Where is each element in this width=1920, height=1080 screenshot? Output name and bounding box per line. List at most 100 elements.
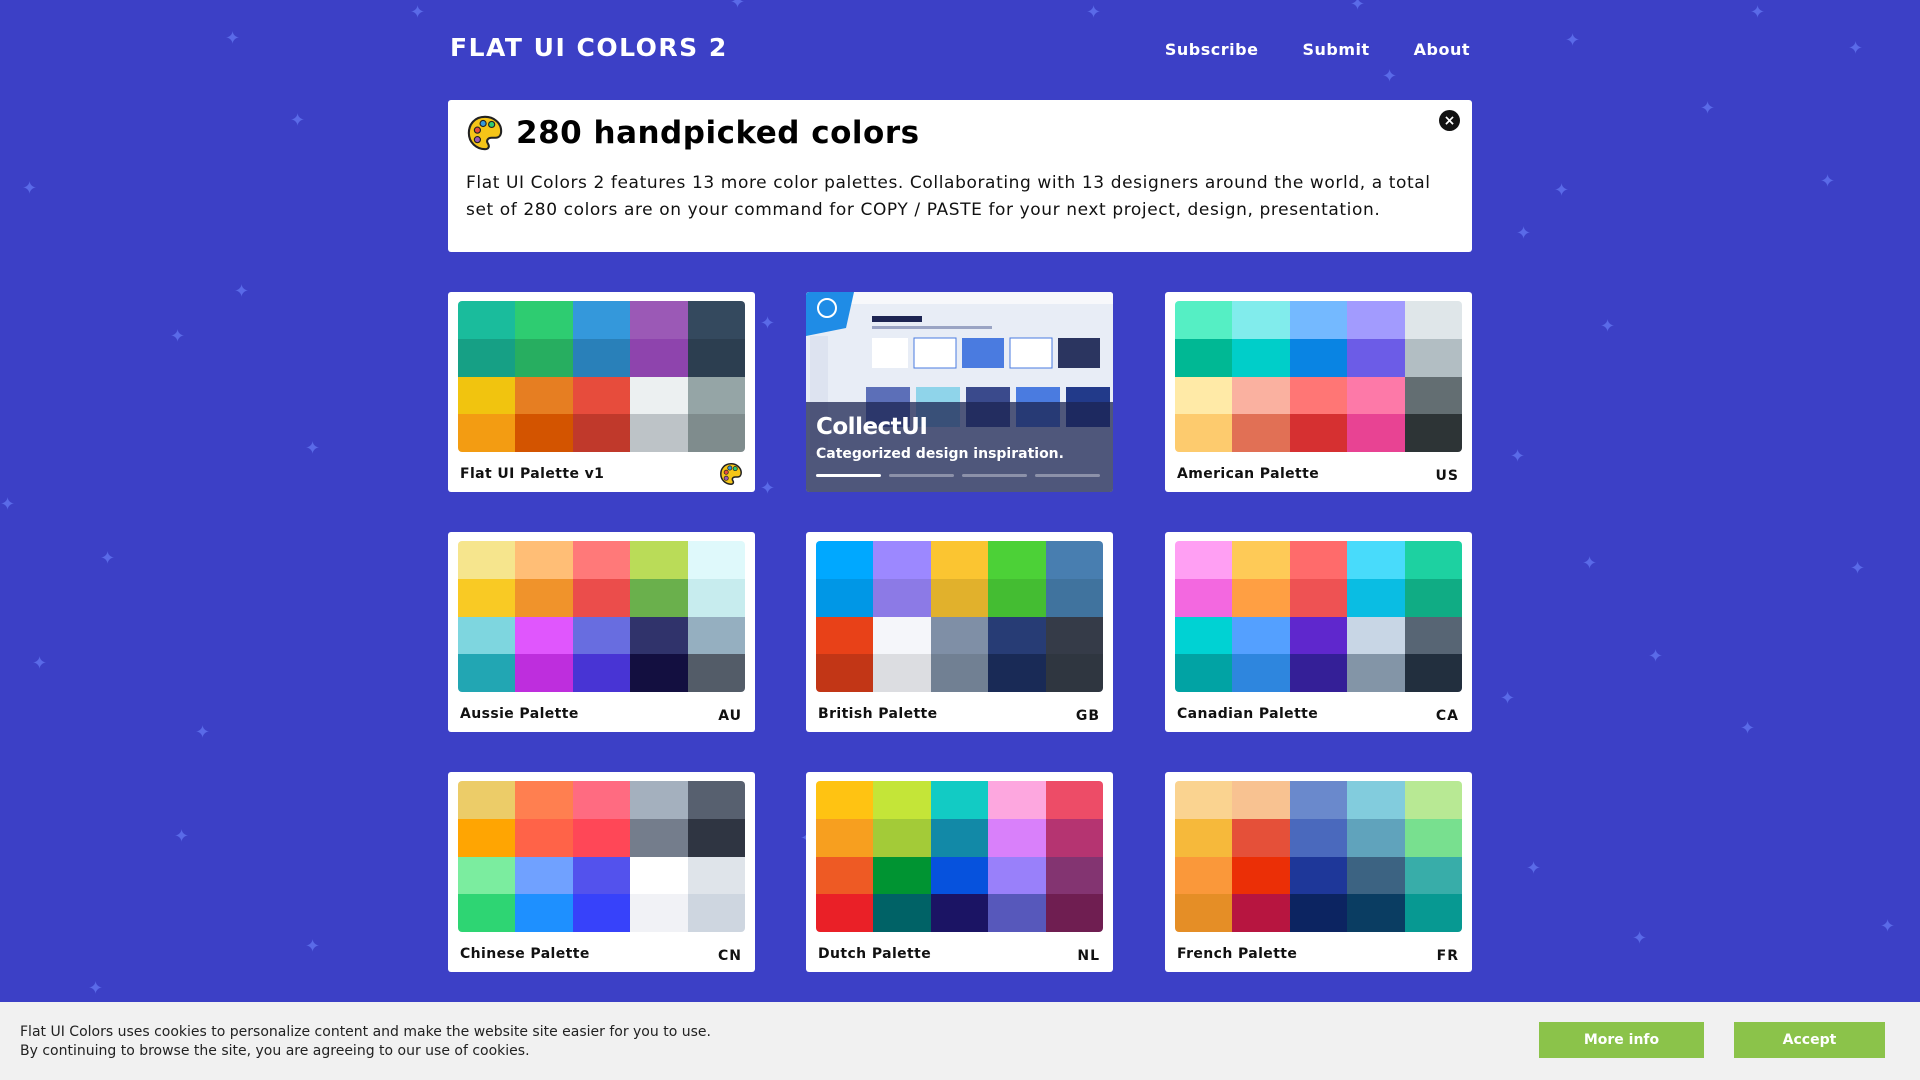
color-swatch[interactable] bbox=[458, 414, 516, 452]
color-swatch[interactable] bbox=[930, 616, 989, 655]
color-swatch[interactable] bbox=[1232, 578, 1290, 617]
color-swatch[interactable] bbox=[572, 654, 631, 692]
site-title[interactable]: FLAT UI COLORS 2 bbox=[450, 33, 728, 62]
color-swatch[interactable] bbox=[1232, 541, 1290, 579]
color-swatch[interactable] bbox=[1404, 856, 1462, 895]
color-swatch[interactable] bbox=[687, 894, 745, 932]
color-swatch[interactable] bbox=[930, 894, 989, 932]
color-swatch[interactable] bbox=[458, 894, 516, 932]
color-swatch[interactable] bbox=[687, 856, 745, 895]
color-swatch[interactable] bbox=[515, 376, 573, 415]
color-swatch[interactable] bbox=[515, 301, 573, 339]
color-swatch[interactable] bbox=[1175, 654, 1233, 692]
color-swatch[interactable] bbox=[458, 338, 516, 377]
color-swatch[interactable] bbox=[630, 541, 688, 579]
color-swatch[interactable] bbox=[1289, 616, 1348, 655]
nav-subscribe[interactable]: Subscribe bbox=[1165, 40, 1259, 59]
color-swatch[interactable] bbox=[1347, 781, 1405, 819]
color-swatch[interactable] bbox=[687, 338, 745, 377]
color-swatch[interactable] bbox=[687, 376, 745, 415]
color-swatch[interactable] bbox=[515, 894, 573, 932]
color-swatch[interactable] bbox=[930, 781, 989, 819]
palette-card-5[interactable]: Chinese Palette CN bbox=[448, 772, 755, 972]
color-swatch[interactable] bbox=[572, 338, 631, 377]
color-swatch[interactable] bbox=[873, 781, 931, 819]
color-swatch[interactable] bbox=[1404, 616, 1462, 655]
color-swatch[interactable] bbox=[1289, 376, 1348, 415]
color-swatch[interactable] bbox=[687, 541, 745, 579]
color-swatch[interactable] bbox=[1347, 856, 1405, 895]
color-swatch[interactable] bbox=[1175, 781, 1233, 819]
color-swatch[interactable] bbox=[515, 541, 573, 579]
color-swatch[interactable] bbox=[630, 578, 688, 617]
nav-about[interactable]: About bbox=[1414, 40, 1470, 59]
color-swatch[interactable] bbox=[515, 616, 573, 655]
color-swatch[interactable] bbox=[458, 654, 516, 692]
color-swatch[interactable] bbox=[1232, 856, 1290, 895]
color-swatch[interactable] bbox=[630, 414, 688, 452]
color-swatch[interactable] bbox=[873, 856, 931, 895]
color-swatch[interactable] bbox=[572, 301, 631, 339]
color-swatch[interactable] bbox=[988, 818, 1046, 857]
color-swatch[interactable] bbox=[515, 654, 573, 692]
color-swatch[interactable] bbox=[572, 818, 631, 857]
palette-card-4[interactable]: Canadian Palette CA bbox=[1165, 532, 1472, 732]
color-swatch[interactable] bbox=[1045, 616, 1103, 655]
color-swatch[interactable] bbox=[515, 338, 573, 377]
color-swatch[interactable] bbox=[930, 654, 989, 692]
color-swatch[interactable] bbox=[988, 616, 1046, 655]
color-swatch[interactable] bbox=[1404, 376, 1462, 415]
color-swatch[interactable] bbox=[687, 654, 745, 692]
color-swatch[interactable] bbox=[1289, 301, 1348, 339]
color-swatch[interactable] bbox=[1232, 414, 1290, 452]
color-swatch[interactable] bbox=[458, 856, 516, 895]
color-swatch[interactable] bbox=[930, 541, 989, 579]
color-swatch[interactable] bbox=[1347, 654, 1405, 692]
color-swatch[interactable] bbox=[1404, 578, 1462, 617]
accept-button[interactable]: Accept bbox=[1734, 1022, 1885, 1058]
color-swatch[interactable] bbox=[630, 338, 688, 377]
color-swatch[interactable] bbox=[572, 414, 631, 452]
palette-card-6[interactable]: Dutch Palette NL bbox=[806, 772, 1113, 972]
color-swatch[interactable] bbox=[515, 578, 573, 617]
more-info-button[interactable]: More info bbox=[1539, 1022, 1704, 1058]
color-swatch[interactable] bbox=[1289, 894, 1348, 932]
color-swatch[interactable] bbox=[1045, 541, 1103, 579]
color-swatch[interactable] bbox=[1289, 654, 1348, 692]
color-swatch[interactable] bbox=[1045, 894, 1103, 932]
color-swatch[interactable] bbox=[515, 818, 573, 857]
color-swatch[interactable] bbox=[1045, 654, 1103, 692]
color-swatch[interactable] bbox=[1347, 541, 1405, 579]
color-swatch[interactable] bbox=[1347, 818, 1405, 857]
color-swatch[interactable] bbox=[1045, 818, 1103, 857]
color-swatch[interactable] bbox=[988, 856, 1046, 895]
color-swatch[interactable] bbox=[1347, 616, 1405, 655]
color-swatch[interactable] bbox=[687, 414, 745, 452]
color-swatch[interactable] bbox=[1175, 541, 1233, 579]
color-swatch[interactable] bbox=[458, 301, 516, 339]
color-swatch[interactable] bbox=[1404, 541, 1462, 579]
color-swatch[interactable] bbox=[1347, 894, 1405, 932]
color-swatch[interactable] bbox=[1175, 856, 1233, 895]
color-swatch[interactable] bbox=[687, 616, 745, 655]
carousel-dot[interactable] bbox=[1035, 474, 1100, 477]
color-swatch[interactable] bbox=[1175, 338, 1233, 377]
color-swatch[interactable] bbox=[816, 818, 874, 857]
color-swatch[interactable] bbox=[1347, 578, 1405, 617]
color-swatch[interactable] bbox=[458, 541, 516, 579]
color-swatch[interactable] bbox=[630, 894, 688, 932]
color-swatch[interactable] bbox=[1404, 414, 1462, 452]
color-swatch[interactable] bbox=[1232, 301, 1290, 339]
carousel-dot[interactable] bbox=[889, 474, 954, 477]
color-swatch[interactable] bbox=[630, 781, 688, 819]
color-swatch[interactable] bbox=[458, 781, 516, 819]
color-swatch[interactable] bbox=[1175, 301, 1233, 339]
color-swatch[interactable] bbox=[687, 578, 745, 617]
palette-card-3[interactable]: British Palette GB bbox=[806, 532, 1113, 732]
color-swatch[interactable] bbox=[816, 654, 874, 692]
carousel-dot[interactable] bbox=[816, 474, 881, 477]
color-swatch[interactable] bbox=[630, 376, 688, 415]
color-swatch[interactable] bbox=[1347, 301, 1405, 339]
color-swatch[interactable] bbox=[1289, 856, 1348, 895]
color-swatch[interactable] bbox=[1232, 818, 1290, 857]
